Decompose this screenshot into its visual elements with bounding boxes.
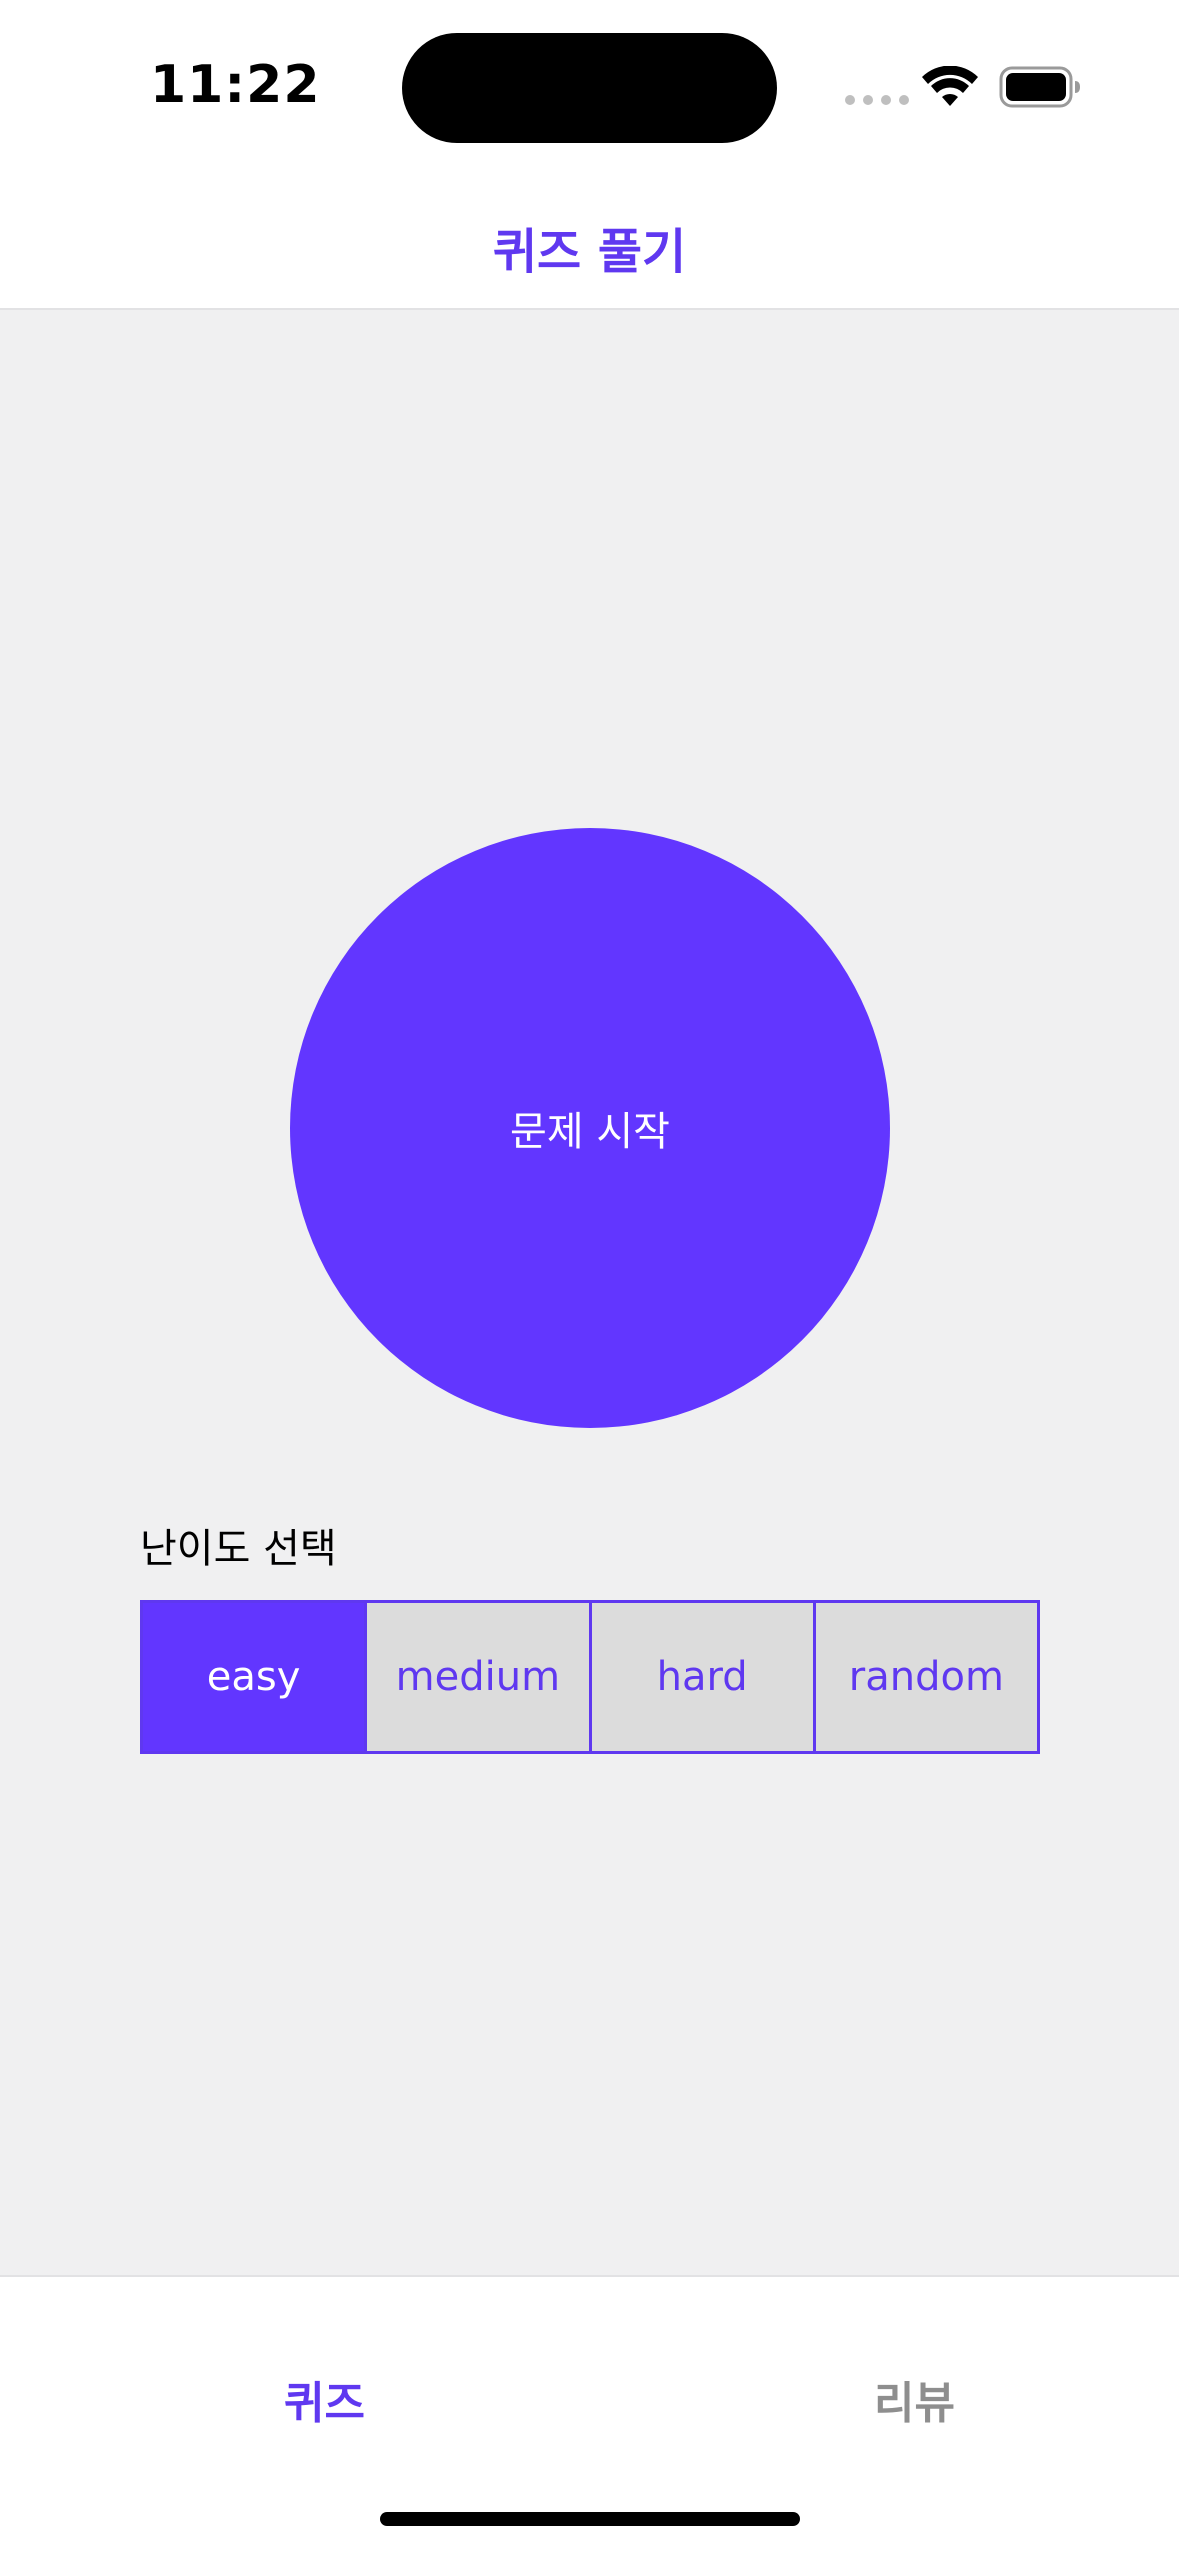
status-bar: 11:22: [0, 0, 1179, 170]
home-indicator[interactable]: [380, 2512, 800, 2526]
difficulty-option-hard[interactable]: hard: [588, 1600, 816, 1754]
wifi-icon: [922, 66, 978, 106]
tab-quiz[interactable]: 퀴즈: [284, 2367, 365, 2431]
difficulty-option-easy[interactable]: easy: [140, 1600, 368, 1754]
start-quiz-button-label: 문제 시작: [510, 1109, 670, 1155]
status-time: 11:22: [150, 55, 321, 115]
dynamic-island: [402, 33, 777, 143]
cellular-signal-icon: [845, 95, 909, 105]
start-quiz-button[interactable]: 문제 시작: [290, 828, 890, 1428]
quiz-screen: 11:22 퀴즈 풀기 문제 시작 난이도 선택 easy medium har…: [0, 0, 1179, 2556]
difficulty-label: 난이도 선택: [140, 1526, 337, 1572]
difficulty-option-medium[interactable]: medium: [364, 1600, 592, 1754]
navigation-bar: 퀴즈 풀기: [0, 170, 1179, 310]
difficulty-option-random[interactable]: random: [812, 1600, 1040, 1754]
difficulty-segmented-control: easy medium hard random: [140, 1600, 1040, 1754]
battery-icon: [999, 66, 1080, 108]
tab-review[interactable]: 리뷰: [874, 2367, 955, 2431]
page-title: 퀴즈 풀기: [492, 224, 687, 280]
